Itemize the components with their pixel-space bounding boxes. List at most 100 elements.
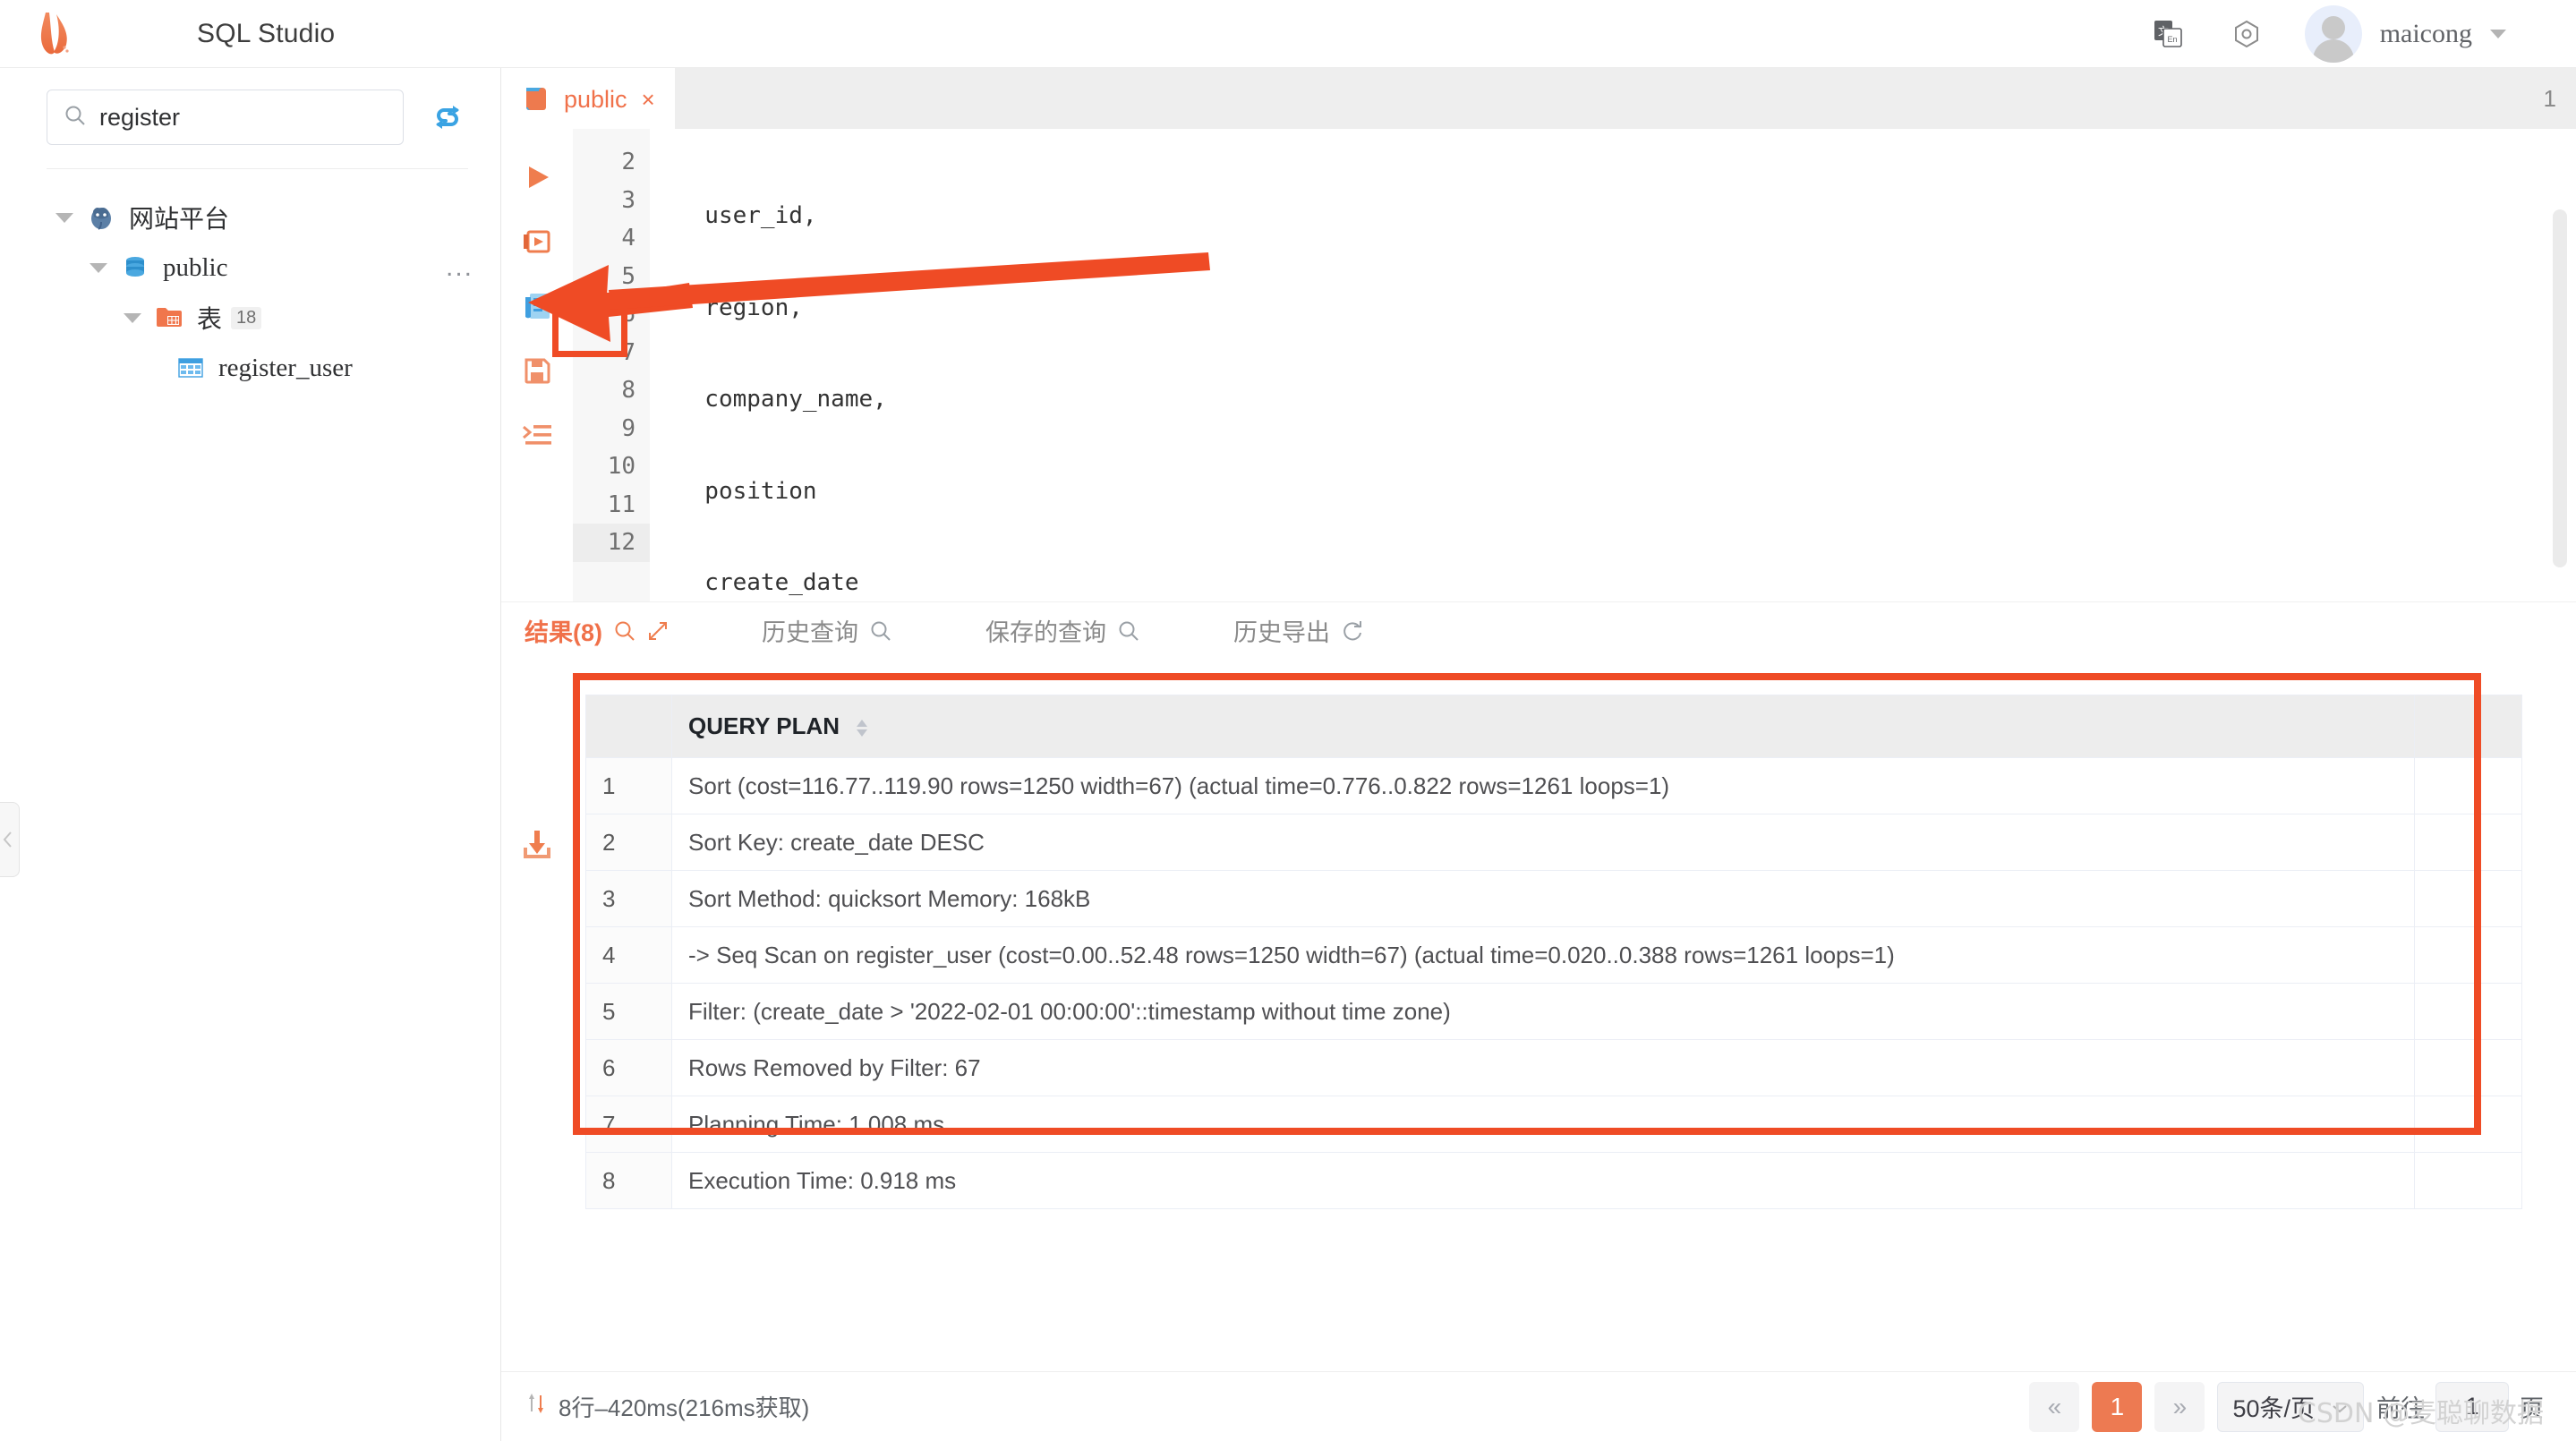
line-number: 6	[621, 301, 635, 328]
row-index: 1	[585, 757, 672, 814]
translate-icon[interactable]: 文 En	[2147, 13, 2188, 55]
cell-query-plan: Sort (cost=116.77..119.90 rows=1250 widt…	[671, 757, 2415, 814]
sql-code-area[interactable]: user_id, region, company_name, position …	[650, 129, 2576, 1147]
tab-saved-queries[interactable]: 保存的查询	[985, 602, 1180, 660]
results-side-actions	[501, 659, 573, 1393]
table-row[interactable]: 6 Rows Removed by Filter: 67	[585, 1039, 2522, 1096]
tab-results[interactable]: 结果(8)	[525, 602, 708, 660]
close-icon[interactable]: ×	[642, 86, 655, 114]
next-page-button[interactable]: »	[2154, 1381, 2205, 1432]
refresh-icon[interactable]	[1341, 619, 1364, 643]
caret-icon[interactable]	[124, 312, 141, 323]
save-query-button[interactable]	[514, 347, 560, 394]
editor-scrollbar[interactable]	[2553, 209, 2567, 567]
search-input[interactable]	[99, 103, 387, 132]
row-index: 8	[585, 1152, 672, 1209]
tree-node-tables-folder[interactable]: 表 18	[0, 293, 500, 343]
line-number: 8	[621, 377, 635, 404]
result-status: 8行–420ms(216ms获取)	[525, 1390, 809, 1423]
sidebar: 网站平台 public ...	[0, 68, 501, 1441]
refresh-icon[interactable]	[427, 97, 468, 138]
app-title: SQL Studio	[197, 18, 336, 48]
app-logo[interactable]	[0, 11, 112, 57]
topbar-actions: 文 En maicong	[2147, 4, 2576, 63]
cell-tail	[2414, 1039, 2522, 1096]
table-row[interactable]: 3 Sort Method: quicksort Memory: 168kB	[585, 870, 2522, 927]
cell-tail	[2414, 814, 2522, 871]
tab-label: 历史导出	[1233, 619, 1330, 646]
tree-node-table-register-user[interactable]: register_user	[0, 343, 500, 393]
table-row[interactable]: 8 Execution Time: 0.918 ms	[585, 1152, 2522, 1209]
search-icon[interactable]	[1117, 619, 1140, 643]
cell-query-plan: Filter: (create_date > '2022-02-01 00:00…	[671, 983, 2415, 1040]
search-icon[interactable]	[869, 619, 892, 643]
page-size-select[interactable]: 50条/页	[2217, 1381, 2364, 1432]
results-panel: QUERY PLAN 1 Sort (cost=116.77..119.90 r…	[501, 659, 2576, 1393]
tab-query-history[interactable]: 历史查询	[762, 602, 932, 660]
cell-query-plan: -> Seq Scan on register_user (cost=0.00.…	[671, 926, 2415, 984]
footer-bar: 8行–420ms(216ms获取) « 1 » 50条/页 前往 页	[501, 1371, 2576, 1441]
page-number-1[interactable]: 1	[2092, 1381, 2143, 1432]
line-number: 2	[621, 149, 635, 175]
cell-query-plan: Sort Key: create_date DESC	[671, 814, 2415, 871]
user-menu[interactable]: maicong	[2304, 4, 2506, 63]
editor-tab-public[interactable]: public ×	[501, 68, 675, 129]
tree-node-database[interactable]: 网站平台	[0, 192, 500, 243]
svg-text:En: En	[2167, 35, 2177, 44]
code-line: region,	[677, 294, 803, 321]
row-index: 2	[585, 814, 672, 871]
editor-tab-count: 1	[2543, 84, 2556, 112]
code-line: user_id,	[677, 202, 817, 229]
object-tree: 网站平台 public ... 表 18 register_user	[0, 169, 500, 393]
line-number: 7	[621, 338, 635, 366]
chevron-down-icon[interactable]	[2490, 29, 2506, 38]
database-icon	[120, 252, 150, 283]
results-table-wrap: QUERY PLAN 1 Sort (cost=116.77..119.90 r…	[573, 659, 2576, 1393]
sidebar-collapse-handle[interactable]	[0, 802, 20, 877]
sort-arrows-icon[interactable]	[857, 719, 868, 737]
gear-icon[interactable]	[2226, 13, 2267, 55]
expand-icon[interactable]	[647, 620, 669, 642]
chevron-down-icon	[2331, 1393, 2349, 1420]
table-row[interactable]: 7 Planning Time: 1.008 ms	[585, 1096, 2522, 1153]
flame-logo-icon	[37, 11, 76, 57]
prev-page-button[interactable]: «	[2029, 1381, 2080, 1432]
search-box[interactable]	[47, 90, 404, 145]
format-sql-button[interactable]	[514, 412, 560, 458]
caret-icon[interactable]	[90, 262, 107, 273]
table-icon	[175, 353, 206, 383]
column-header-query-plan[interactable]: QUERY PLAN	[671, 695, 2415, 758]
table-row[interactable]: 2 Sort Key: create_date DESC	[585, 814, 2522, 871]
download-icon[interactable]	[519, 827, 555, 1393]
search-icon	[64, 104, 87, 132]
result-status-text: 8行–420ms(216ms获取)	[559, 1394, 810, 1421]
tree-node-schema-public[interactable]: public ...	[0, 243, 500, 293]
table-row[interactable]: 4 -> Seq Scan on register_user (cost=0.0…	[585, 926, 2522, 984]
pagination: « 1 » 50条/页 前往 页	[2029, 1381, 2544, 1432]
table-row[interactable]: 5 Filter: (create_date > '2022-02-01 00:…	[585, 983, 2522, 1040]
column-header-tail	[2414, 695, 2522, 758]
explain-plan-button[interactable]	[514, 283, 560, 329]
line-number: 9	[621, 414, 635, 442]
caret-icon[interactable]	[55, 212, 73, 223]
goto-page-group: 前往 页	[2376, 1381, 2544, 1432]
table-row[interactable]: 1 Sort (cost=116.77..119.90 rows=1250 wi…	[585, 757, 2522, 814]
run-script-button[interactable]	[514, 218, 560, 265]
search-icon[interactable]	[613, 619, 636, 643]
top-bar: SQL Studio 文 En maicong	[0, 0, 2576, 68]
cell-tail	[2414, 1096, 2522, 1153]
tab-export-history[interactable]: 历史导出	[1233, 602, 1403, 660]
line-number: 3	[621, 186, 635, 214]
schema-more-button[interactable]: ...	[446, 252, 473, 283]
sql-file-icon	[523, 82, 550, 117]
run-query-button[interactable]	[514, 154, 560, 200]
line-number: 10	[607, 453, 635, 480]
goto-page-input[interactable]	[2435, 1381, 2509, 1432]
tree-label: register_user	[218, 353, 353, 382]
tab-label: 历史查询	[762, 619, 858, 646]
main-panel: public × 1 2 3 4 5 6 7 8 9 10 11 12 user…	[501, 68, 2576, 1441]
editor-toolbar	[501, 129, 573, 601]
sort-updown-icon	[525, 1391, 548, 1422]
tab-label: 结果(8)	[525, 619, 602, 646]
goto-label: 前往	[2376, 1395, 2425, 1422]
